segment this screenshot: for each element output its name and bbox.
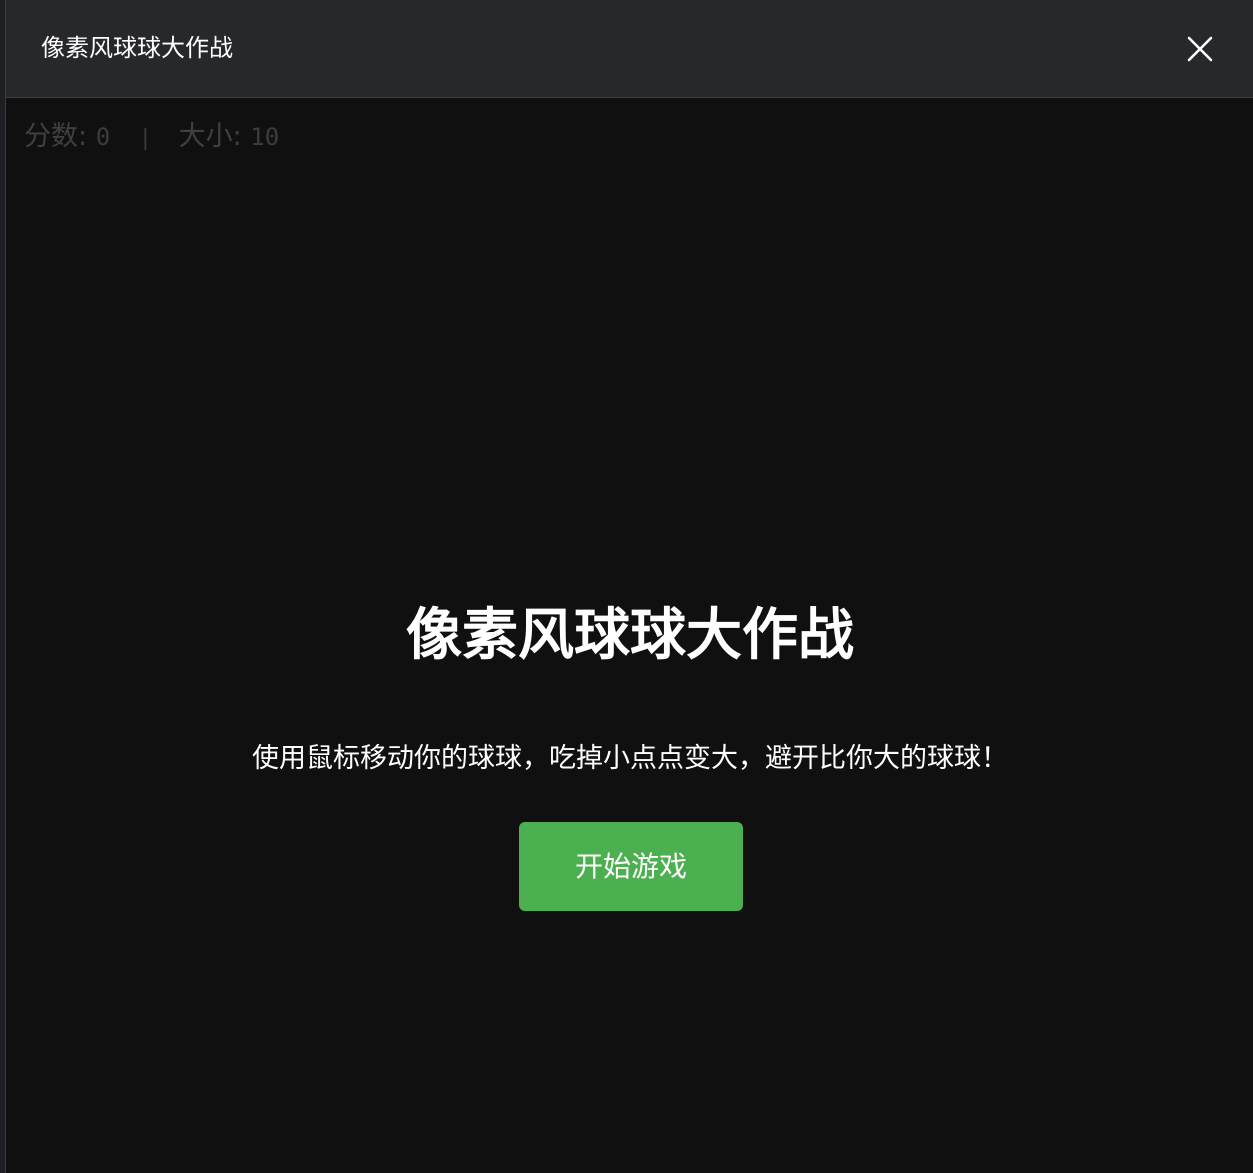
size-label: 大小:: [178, 121, 242, 152]
score-value: 0: [95, 123, 111, 151]
size-value: 10: [250, 123, 280, 151]
game-title: 像素风球球大作战: [406, 603, 854, 668]
hud-separator: |: [138, 126, 152, 151]
score-hud: 分数: 0 | 大小: 10: [24, 118, 279, 158]
window-title: 像素风球球大作战: [41, 34, 233, 62]
title-bar: 像素风球球大作战: [6, 0, 1253, 98]
game-window: 像素风球球大作战 分数: 0 | 大小: 10 像素风球球大作战 使用鼠标移动你…: [5, 0, 1253, 1173]
score-label: 分数:: [24, 121, 88, 152]
start-game-button[interactable]: 开始游戏: [519, 822, 743, 911]
close-icon[interactable]: [1186, 35, 1214, 63]
game-instructions: 使用鼠标移动你的球球，吃掉小点点变大，避开比你大的球球！: [252, 743, 1008, 774]
